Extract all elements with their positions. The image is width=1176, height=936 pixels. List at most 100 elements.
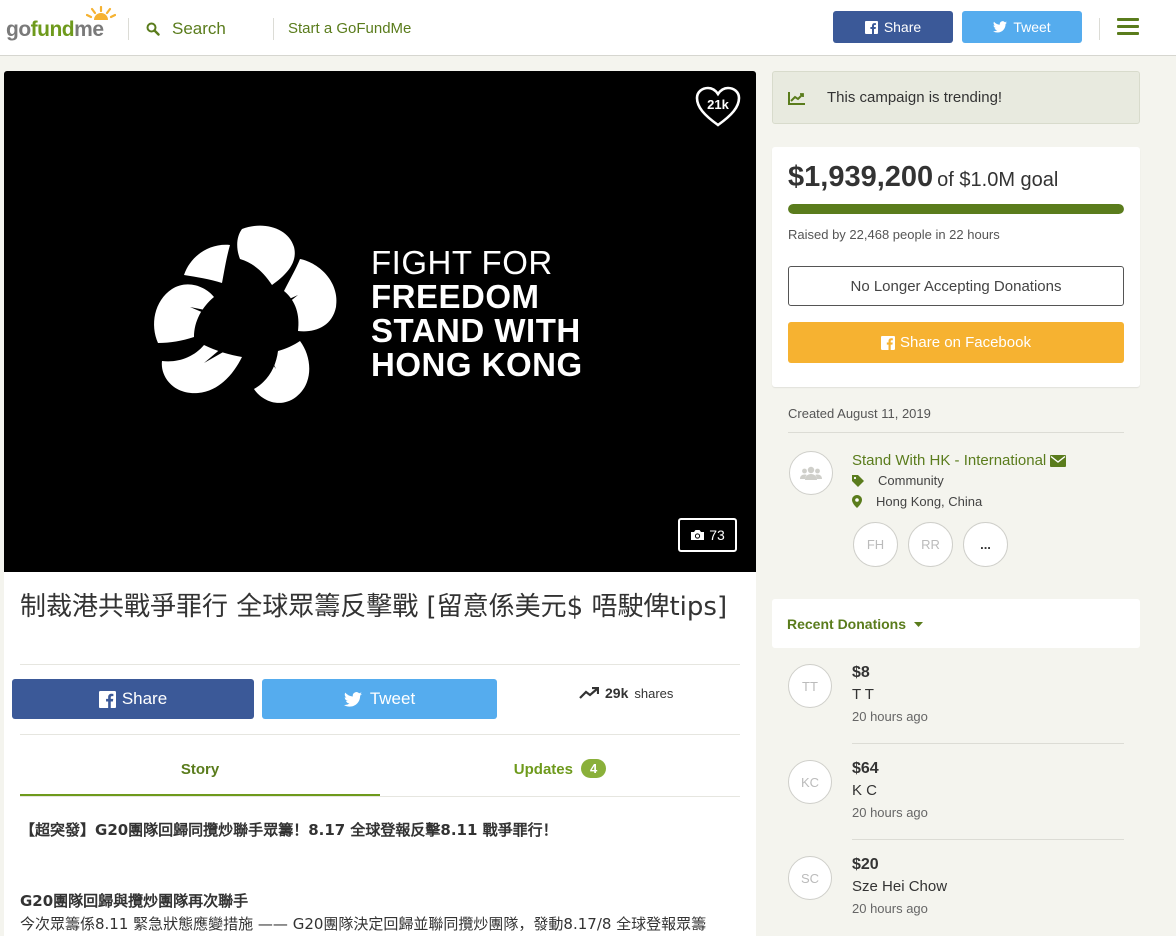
donation-separator (852, 839, 1124, 840)
facebook-icon (98, 690, 116, 708)
share-label: Share (121, 689, 168, 708)
trending-chart-icon (788, 91, 805, 105)
hero-slogan-line: STAND WITH (371, 312, 581, 349)
trending-up-icon (579, 687, 599, 699)
social-separator (20, 734, 740, 735)
trending-banner: This campaign is trending! (772, 71, 1140, 124)
facebook-icon (881, 335, 896, 350)
donation-item: KC $64 K C 20 hours ago (788, 760, 1124, 856)
header-divider (273, 18, 274, 40)
twitter-icon (343, 691, 362, 707)
donation-separator (852, 743, 1124, 744)
donation-amount: $20 (852, 856, 879, 873)
logo-wordmark: gofundme (6, 18, 104, 41)
donation-amount: $64 (852, 760, 879, 777)
tab-story-label: Story (180, 761, 220, 778)
campaign-title-card: 制裁港共戰爭罪行 全球眾籌反擊戰 [留意係美元$ 唔駛俾tips] (4, 572, 756, 667)
donor-name: K C (852, 782, 878, 799)
heart-count: 21k (707, 97, 729, 112)
donor-avatar: SC (788, 856, 832, 900)
tweet-button[interactable]: Tweet (262, 679, 497, 719)
caret-down-icon (914, 621, 924, 627)
organizer-location-label: Hong Kong, China (876, 494, 983, 509)
header-share-label: Share (883, 19, 922, 35)
photo-count: 73 (709, 527, 725, 543)
campaign-title: 制裁港共戰爭罪行 全球眾籌反擊戰 [留意係美元$ 唔駛俾tips] (20, 592, 728, 622)
hamburger-menu-icon[interactable] (1117, 18, 1139, 36)
search-link[interactable]: Search (146, 18, 226, 40)
organizer-avatar[interactable] (789, 451, 833, 495)
camera-icon (691, 530, 705, 540)
campaign-hero-image[interactable]: FIGHT FOR FREEDOM STAND WITH HONG KONG 2… (4, 71, 756, 572)
raised-by-text: Raised by 22,468 people in 22 hours (788, 227, 1000, 242)
raised-summary: $1,939,200 of $1.0M goal (788, 161, 1058, 194)
shares-count: 29k shares (579, 685, 673, 701)
facebook-icon (864, 20, 878, 34)
header-divider (1099, 18, 1100, 40)
photo-gallery-button[interactable]: 73 (678, 518, 737, 552)
recent-donations-toggle[interactable]: Recent Donations (787, 616, 924, 632)
organizer-name-link[interactable]: Stand With HK - International (852, 452, 1067, 469)
header-divider (128, 18, 129, 40)
map-pin-icon (852, 495, 862, 508)
recent-donations-card[interactable]: Recent Donations (772, 599, 1140, 648)
story-subheading: G20團隊回歸與攬炒團隊再次聯手 (20, 892, 249, 910)
created-date: Created August 11, 2019 (788, 406, 931, 421)
story-headline: 【超突發】G20團隊回歸同攬炒聯手眾籌！8.17 全球登報反擊8.11 戰爭罪行… (20, 821, 558, 839)
search-icon (146, 22, 160, 36)
donor-name: T T (852, 686, 874, 703)
organizer-category: Community (852, 473, 944, 488)
header-share-button[interactable]: Share (833, 11, 953, 43)
shares-word: shares (634, 685, 674, 701)
trending-text: This campaign is trending! (827, 89, 1003, 106)
donor-name: Sze Hei Chow (852, 878, 948, 895)
hero-slogan: FIGHT FOR FREEDOM STAND WITH HONG KONG (371, 246, 583, 382)
campaign-content: Share Tweet 29k shares Story Updates 4 【… (4, 664, 756, 936)
donation-item: SC $20 Sze Hei Chow 20 hours ago (788, 856, 1124, 936)
top-navigation-bar: gofundme Search Start a GoFundMe Share T… (0, 0, 1176, 56)
tabs-separator (20, 796, 740, 797)
progress-bar (788, 204, 1124, 214)
share-on-facebook-button[interactable]: Share on Facebook (788, 322, 1124, 363)
donation-item: TT $8 T T 20 hours ago (788, 664, 1124, 760)
updates-count-badge: 4 (580, 759, 607, 778)
twitter-icon (993, 21, 1008, 33)
donation-time: 20 hours ago (852, 901, 928, 916)
team-member-avatar[interactable]: RR (908, 522, 953, 567)
bauhinia-flower-icon (154, 225, 337, 403)
goal-text: of $1.0M goal (937, 169, 1059, 191)
share-on-facebook-label: Share on Facebook (900, 334, 1031, 351)
donation-time: 20 hours ago (852, 709, 928, 724)
organizer-separator (788, 432, 1124, 433)
tag-icon (852, 474, 864, 487)
gofundme-logo[interactable]: gofundme (6, 6, 116, 46)
team-more-button[interactable]: ... (963, 522, 1008, 567)
envelope-icon[interactable] (1050, 454, 1067, 467)
tab-story[interactable]: Story (20, 757, 380, 797)
header-tweet-button[interactable]: Tweet (962, 11, 1082, 43)
donor-avatar: TT (788, 664, 832, 708)
hero-slogan-line: HONG KONG (371, 346, 583, 383)
shares-value: 29k (605, 685, 629, 701)
tab-updates-label: Updates (513, 761, 573, 778)
start-gofundme-link[interactable]: Start a GoFundMe (288, 20, 411, 37)
header-tweet-label: Tweet (1013, 19, 1051, 35)
donation-time: 20 hours ago (852, 805, 928, 820)
title-separator (20, 664, 740, 665)
no-longer-accepting-button[interactable]: No Longer Accepting Donations (788, 266, 1124, 306)
tab-updates[interactable]: Updates 4 (380, 757, 740, 797)
team-member-avatar[interactable]: FH (853, 522, 898, 567)
share-button[interactable]: Share (12, 679, 254, 719)
organizer-category-label: Community (878, 473, 944, 488)
donation-amount: $8 (852, 664, 870, 681)
hero-slogan-line: FIGHT FOR (371, 244, 553, 281)
donor-avatar: KC (788, 760, 832, 804)
search-label: Search (172, 19, 226, 38)
hero-slogan-line: FREEDOM (371, 278, 540, 315)
progress-bar-fill (788, 204, 1124, 214)
recent-donations-label: Recent Donations (787, 616, 907, 632)
story-paragraph: 今次眾籌係8.11 緊急狀態應變措施 —— G20團隊決定回歸並聯同攬炒團隊，發… (20, 915, 707, 933)
tweet-label: Tweet (369, 689, 416, 708)
donation-progress-card: $1,939,200 of $1.0M goal Raised by 22,468… (772, 147, 1140, 387)
organizer-location: Hong Kong, China (852, 494, 982, 509)
